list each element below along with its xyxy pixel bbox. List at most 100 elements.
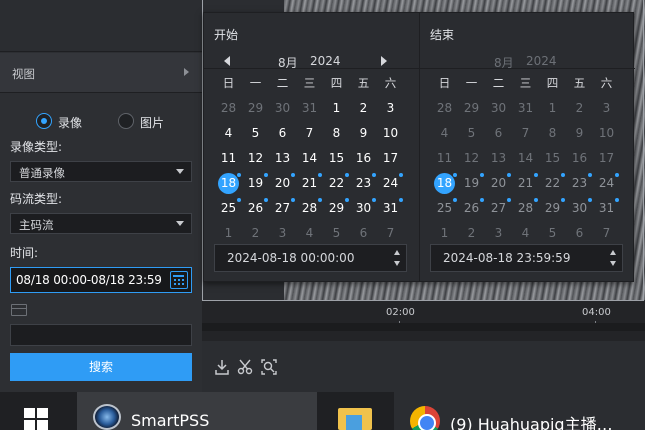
end-day-cell[interactable]: 28 (431, 96, 458, 121)
end-day-cell[interactable]: 7 (512, 121, 539, 146)
start-day-cell[interactable]: 20 (269, 171, 296, 196)
download-icon[interactable] (213, 358, 231, 376)
start-day-cell[interactable]: 15 (323, 146, 350, 171)
end-day-cell[interactable]: 5 (458, 121, 485, 146)
prev-month-icon[interactable] (224, 56, 230, 66)
end-day-cell[interactable]: 31 (512, 96, 539, 121)
next-month-icon[interactable] (381, 56, 387, 66)
end-day-cell[interactable]: 27 (485, 196, 512, 221)
start-day-cell[interactable]: 5 (242, 121, 269, 146)
end-day-cell[interactable]: 15 (539, 146, 566, 171)
end-day-cell[interactable]: 30 (566, 196, 593, 221)
end-day-cell[interactable]: 5 (539, 221, 566, 246)
scissors-icon[interactable] (236, 358, 254, 376)
end-day-cell[interactable]: 11 (431, 146, 458, 171)
end-day-cell[interactable]: 29 (539, 196, 566, 221)
start-day-cell[interactable]: 14 (296, 146, 323, 171)
end-day-cell[interactable]: 24 (593, 171, 620, 196)
windows-start-icon[interactable] (24, 408, 50, 430)
start-day-cell[interactable]: 18 (215, 171, 242, 196)
start-day-cell[interactable]: 22 (323, 171, 350, 196)
spin-down-icon[interactable] (394, 261, 400, 266)
stream-type-select[interactable]: 主码流 (10, 213, 192, 234)
start-day-cell[interactable]: 27 (269, 196, 296, 221)
end-day-cell[interactable]: 13 (485, 146, 512, 171)
end-day-cell[interactable]: 30 (485, 96, 512, 121)
end-day-cell[interactable]: 20 (485, 171, 512, 196)
end-day-cell[interactable]: 31 (593, 196, 620, 221)
end-day-cell[interactable]: 19 (458, 171, 485, 196)
start-day-cell[interactable]: 6 (350, 221, 377, 246)
start-day-cell[interactable]: 10 (377, 121, 404, 146)
start-day-cell[interactable]: 9 (350, 121, 377, 146)
start-day-cell[interactable]: 28 (296, 196, 323, 221)
end-day-cell[interactable]: 8 (539, 121, 566, 146)
start-day-cell[interactable]: 8 (323, 121, 350, 146)
spin-up-icon[interactable] (610, 250, 616, 255)
end-day-cell[interactable]: 29 (458, 96, 485, 121)
end-day-cell[interactable]: 17 (593, 146, 620, 171)
start-day-cell[interactable]: 11 (215, 146, 242, 171)
end-day-cell[interactable]: 2 (458, 221, 485, 246)
start-day-cell[interactable]: 1 (323, 96, 350, 121)
end-day-cell[interactable]: 23 (566, 171, 593, 196)
file-explorer-icon[interactable] (338, 408, 372, 430)
search-button[interactable]: 搜索 (10, 353, 192, 381)
calendar-icon[interactable] (170, 271, 188, 289)
start-day-cell[interactable]: 12 (242, 146, 269, 171)
start-day-cell[interactable]: 30 (269, 96, 296, 121)
taskbar-item-smartpss[interactable]: SmartPSS (77, 392, 317, 430)
end-day-cell[interactable]: 6 (566, 221, 593, 246)
end-day-cell[interactable]: 9 (566, 121, 593, 146)
start-day-cell[interactable]: 4 (215, 121, 242, 146)
card-number-input[interactable] (10, 324, 192, 346)
start-day-cell[interactable]: 16 (350, 146, 377, 171)
end-day-cell[interactable]: 10 (593, 121, 620, 146)
view-section-toggle[interactable]: 视图 (0, 53, 202, 93)
start-day-cell[interactable]: 28 (215, 96, 242, 121)
start-day-cell[interactable]: 31 (296, 96, 323, 121)
start-day-cell[interactable]: 31 (377, 196, 404, 221)
start-day-cell[interactable]: 1 (215, 221, 242, 246)
start-day-cell[interactable]: 3 (377, 96, 404, 121)
start-day-cell[interactable]: 7 (377, 221, 404, 246)
spin-up-icon[interactable] (394, 250, 400, 255)
end-day-cell[interactable]: 4 (512, 221, 539, 246)
start-day-cell[interactable]: 5 (323, 221, 350, 246)
end-day-cell[interactable]: 1 (539, 96, 566, 121)
start-day-cell[interactable]: 29 (242, 96, 269, 121)
end-day-cell[interactable]: 1 (431, 221, 458, 246)
end-day-cell[interactable]: 28 (512, 196, 539, 221)
end-day-cell[interactable]: 4 (431, 121, 458, 146)
end-day-cell[interactable]: 26 (458, 196, 485, 221)
time-range-input[interactable]: 08/18 00:00-08/18 23:59 (10, 267, 192, 293)
end-day-cell[interactable]: 16 (566, 146, 593, 171)
end-day-cell[interactable]: 12 (458, 146, 485, 171)
start-day-cell[interactable]: 17 (377, 146, 404, 171)
record-type-select[interactable]: 普通录像 (10, 161, 192, 182)
start-day-cell[interactable]: 24 (377, 171, 404, 196)
start-day-cell[interactable]: 2 (350, 96, 377, 121)
start-time-input[interactable]: 2024-08-18 00:00:00 (214, 244, 407, 272)
year-label[interactable]: 2024 (310, 54, 341, 68)
start-day-cell[interactable]: 3 (269, 221, 296, 246)
timeline[interactable]: 02:00 04:00 (202, 301, 645, 341)
start-day-cell[interactable]: 13 (269, 146, 296, 171)
start-day-cell[interactable]: 7 (296, 121, 323, 146)
start-day-cell[interactable]: 26 (242, 196, 269, 221)
spin-down-icon[interactable] (610, 261, 616, 266)
end-day-cell[interactable]: 3 (485, 221, 512, 246)
start-day-cell[interactable]: 30 (350, 196, 377, 221)
end-day-cell[interactable]: 21 (512, 171, 539, 196)
taskbar-item-chrome[interactable]: (9) Huahuapig主播… (394, 392, 645, 430)
timeline-track[interactable] (202, 323, 645, 331)
start-day-cell[interactable]: 29 (323, 196, 350, 221)
end-time-input[interactable]: 2024-08-18 23:59:59 (430, 244, 623, 272)
start-day-cell[interactable]: 2 (242, 221, 269, 246)
start-day-cell[interactable]: 19 (242, 171, 269, 196)
start-day-cell[interactable]: 23 (350, 171, 377, 196)
end-day-cell[interactable]: 14 (512, 146, 539, 171)
end-day-cell[interactable]: 18 (431, 171, 458, 196)
start-day-cell[interactable]: 25 (215, 196, 242, 221)
end-day-cell[interactable]: 2 (566, 96, 593, 121)
